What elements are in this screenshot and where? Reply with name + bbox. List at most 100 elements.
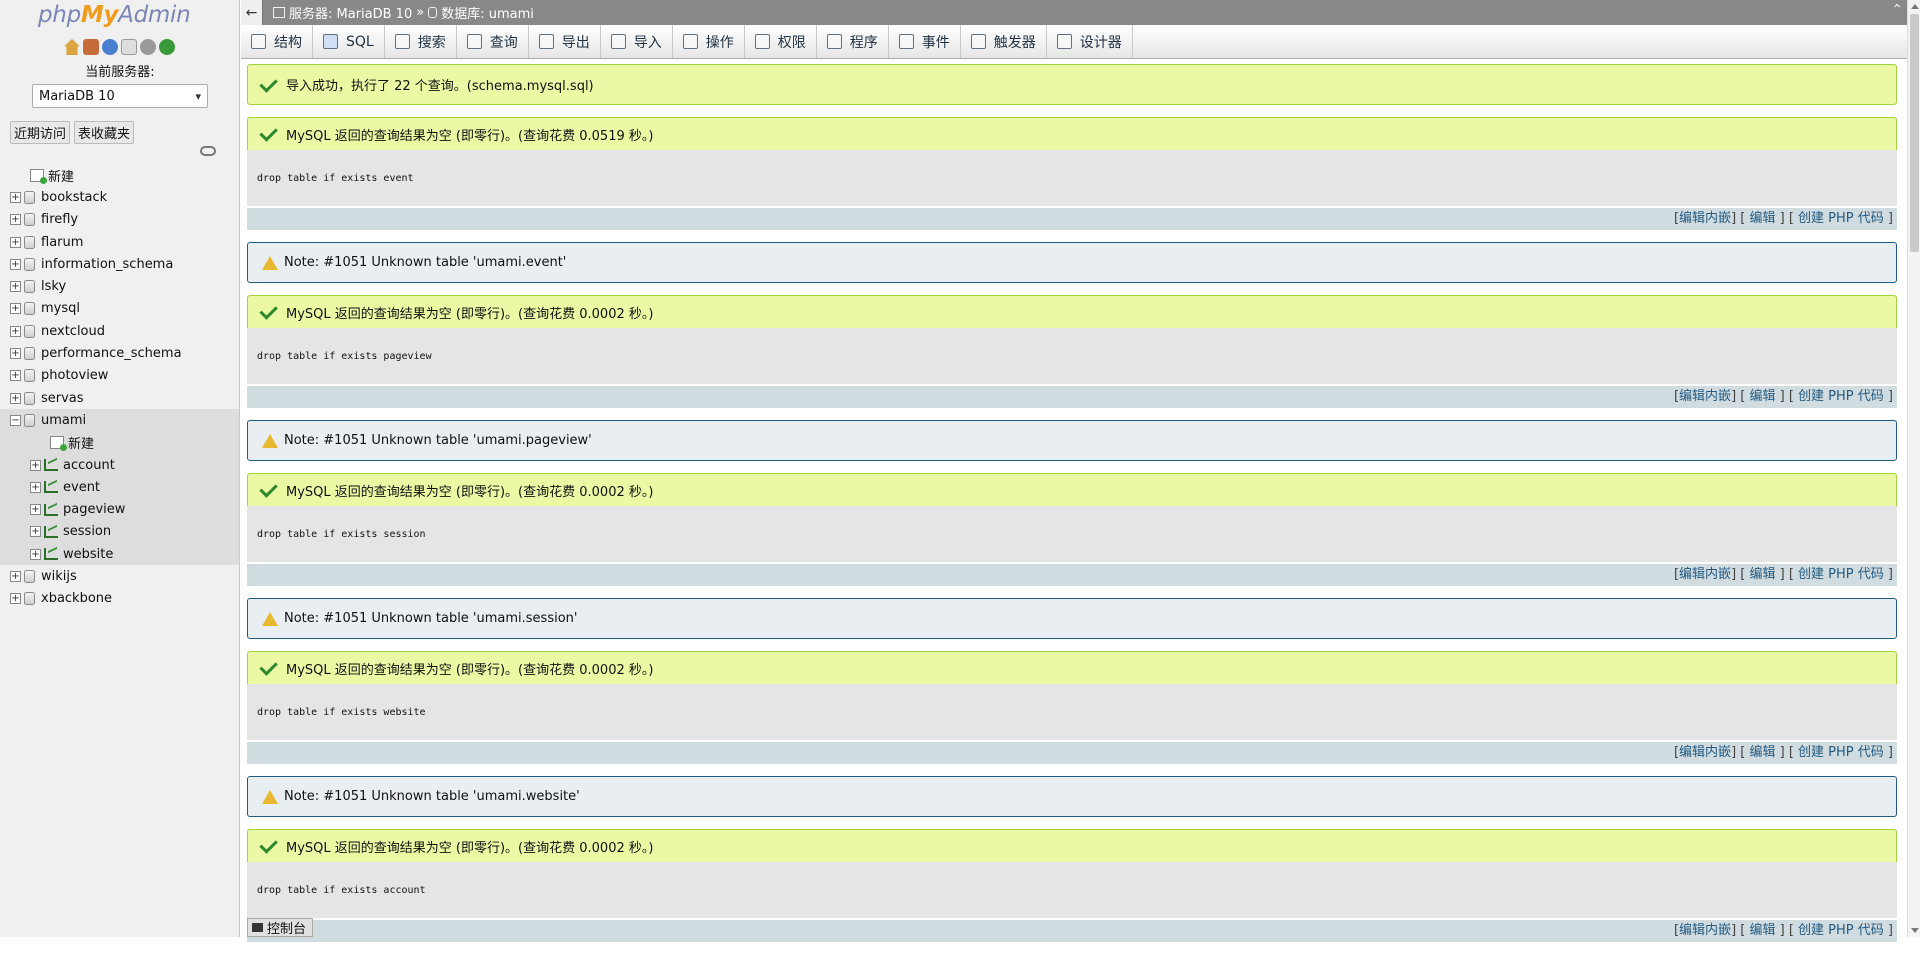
expand-icon[interactable]: + — [10, 258, 21, 270]
expand-icon[interactable]: + — [10, 236, 21, 248]
tree-item-db[interactable]: + performance_schema — [0, 342, 239, 364]
scroll-down-icon[interactable] — [1911, 928, 1919, 933]
tree-item-label[interactable]: firefly — [41, 212, 78, 227]
inline-edit-link[interactable]: 编辑内嵌 — [1679, 211, 1731, 226]
tab-export[interactable]: 导出 — [529, 25, 601, 58]
expand-icon[interactable]: + — [30, 481, 41, 493]
settings-icon[interactable] — [140, 39, 156, 55]
tab-routines[interactable]: 程序 — [817, 25, 889, 58]
phpmyadmin-logo[interactable]: phpMyAdmin — [38, 2, 191, 28]
create-php-code-link[interactable]: 创建 PHP 代码 — [1798, 745, 1884, 760]
tree-item-table[interactable]: + website — [0, 543, 239, 566]
tree-item-label[interactable]: 新建 — [48, 166, 74, 185]
tree-item-label[interactable]: performance_schema — [41, 346, 182, 361]
expand-icon[interactable]: + — [10, 191, 21, 203]
tab-events[interactable]: 事件 — [889, 25, 961, 58]
tree-item-label[interactable]: 新建 — [68, 433, 94, 452]
inline-edit-link[interactable]: 编辑内嵌 — [1679, 389, 1731, 404]
help-icon[interactable] — [102, 39, 118, 55]
tree-item-db[interactable]: + wikijs — [0, 565, 239, 587]
tree-item-label[interactable]: bookstack — [41, 190, 107, 205]
tree-item-label[interactable]: information_schema — [41, 257, 173, 272]
tree-item-label[interactable]: umami — [41, 413, 86, 428]
create-php-code-link[interactable]: 创建 PHP 代码 — [1798, 211, 1884, 226]
tab-search[interactable]: 搜索 — [385, 25, 457, 58]
tree-item-db[interactable]: + bookstack — [0, 186, 239, 208]
tree-item-label[interactable]: session — [63, 524, 111, 539]
tab-designer[interactable]: 设计器 — [1047, 25, 1133, 58]
tree-item-db[interactable]: + photoview — [0, 365, 239, 387]
tree-item-table[interactable]: + session — [0, 520, 239, 544]
expand-icon[interactable]: + — [10, 593, 21, 605]
breadcrumb-server[interactable]: 服务器: MariaDB 10 — [289, 3, 412, 22]
tree-item-db[interactable]: + xbackbone — [0, 588, 239, 610]
tree-item-table[interactable]: + event — [0, 476, 239, 499]
reload-icon[interactable] — [159, 39, 175, 55]
tab-query[interactable]: 查询 — [457, 25, 529, 58]
tree-item-label[interactable]: nextcloud — [41, 324, 105, 339]
tree-item-label[interactable]: wikijs — [41, 569, 77, 584]
tree-item-db[interactable]: + mysql — [0, 298, 239, 320]
expand-icon[interactable]: + — [30, 526, 41, 538]
scroll-up-icon[interactable] — [1911, 4, 1919, 9]
expand-icon[interactable]: + — [10, 392, 21, 404]
tree-item-new[interactable]: 新建 — [0, 164, 239, 186]
tree-item-table[interactable]: + pageview — [0, 498, 239, 521]
back-arrow-icon[interactable]: ← — [241, 0, 263, 25]
server-select[interactable]: MariaDB 10 ▾ — [32, 84, 208, 108]
create-php-code-link[interactable]: 创建 PHP 代码 — [1798, 567, 1884, 582]
expand-icon[interactable]: + — [10, 370, 21, 382]
collapse-icon[interactable]: − — [10, 414, 21, 426]
documentation-icon[interactable] — [121, 39, 137, 55]
home-icon[interactable] — [64, 39, 80, 55]
tree-item-label[interactable]: account — [63, 458, 115, 473]
edit-link[interactable]: 编辑 — [1749, 567, 1775, 582]
tree-item-db[interactable]: + servas — [0, 387, 239, 409]
tree-item-db[interactable]: + information_schema — [0, 253, 239, 275]
expand-icon[interactable]: + — [30, 459, 41, 471]
tree-item-db[interactable]: + lsky — [0, 275, 239, 297]
inline-edit-link[interactable]: 编辑内嵌 — [1679, 567, 1731, 582]
edit-link[interactable]: 编辑 — [1749, 745, 1775, 760]
tree-item-new-child[interactable]: 新建 — [0, 431, 239, 454]
edit-link[interactable]: 编辑 — [1749, 389, 1775, 404]
console-toggle[interactable]: 控制台 — [247, 918, 313, 937]
breadcrumb-database[interactable]: 数据库: umami — [441, 3, 534, 22]
create-php-code-link[interactable]: 创建 PHP 代码 — [1798, 389, 1884, 404]
tree-item-db[interactable]: + flarum — [0, 231, 239, 253]
edit-link[interactable]: 编辑 — [1749, 211, 1775, 226]
tree-item-db[interactable]: + nextcloud — [0, 320, 239, 342]
create-php-code-link[interactable]: 创建 PHP 代码 — [1798, 923, 1884, 938]
tab-import[interactable]: 导入 — [601, 25, 673, 58]
page-scrollbar[interactable] — [1907, 0, 1920, 937]
recent-tab[interactable]: 近期访问 — [10, 121, 71, 144]
inline-edit-link[interactable]: 编辑内嵌 — [1679, 745, 1731, 760]
expand-icon[interactable]: + — [10, 348, 21, 360]
scrollbar-thumb[interactable] — [1910, 14, 1919, 252]
tree-item-db[interactable]: + firefly — [0, 209, 239, 231]
tab-sql[interactable]: SQL — [313, 25, 385, 58]
expand-icon[interactable]: + — [30, 504, 41, 516]
expand-icon[interactable]: + — [10, 303, 21, 315]
tree-item-label[interactable]: pageview — [63, 502, 125, 517]
tree-item-label[interactable]: flarum — [41, 235, 83, 250]
tab-privileges[interactable]: 权限 — [745, 25, 817, 58]
link-with-main-icon[interactable] — [200, 146, 216, 156]
tree-item-label[interactable]: website — [63, 547, 113, 562]
tree-item-label[interactable]: photoview — [41, 368, 108, 383]
logout-icon[interactable] — [83, 39, 99, 55]
edit-link[interactable]: 编辑 — [1749, 923, 1775, 938]
tree-item-label[interactable]: mysql — [41, 301, 80, 316]
tab-triggers[interactable]: 触发器 — [961, 25, 1047, 58]
expand-icon[interactable]: + — [10, 281, 21, 293]
tree-item-table[interactable]: + account — [0, 453, 239, 477]
collapse-icon[interactable]: ⌃ — [1891, 2, 1903, 18]
tree-item-label[interactable]: servas — [41, 391, 84, 406]
tree-item-db-open[interactable]: − umami — [0, 409, 239, 432]
favorites-tab[interactable]: 表收藏夹 — [74, 121, 135, 144]
inline-edit-link[interactable]: 编辑内嵌 — [1679, 923, 1731, 938]
expand-icon[interactable]: + — [10, 214, 21, 226]
expand-icon[interactable]: + — [30, 548, 41, 560]
tree-item-label[interactable]: event — [63, 480, 100, 495]
expand-icon[interactable]: + — [10, 325, 21, 337]
